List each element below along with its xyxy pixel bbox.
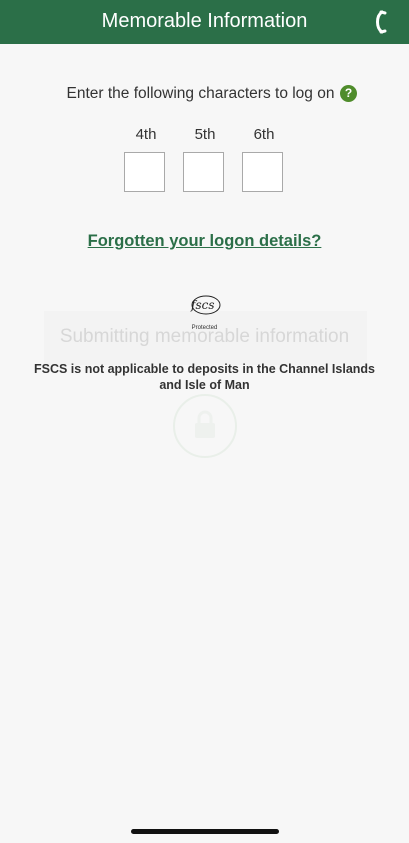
home-indicator [131,829,279,834]
character-input-5th[interactable] [183,152,224,192]
forgotten-logon-link[interactable]: Forgotten your logon details? [0,232,409,251]
phone-icon[interactable] [371,10,387,34]
page-title: Memorable Information [101,10,308,32]
fscs-protected-label: Protected [191,325,218,331]
character-input-6th[interactable] [242,152,283,192]
character-label: 4th [135,126,157,143]
help-icon[interactable]: ? [340,85,357,102]
character-field-4th: 4th [124,126,168,192]
character-input-4th[interactable] [124,152,165,192]
app-header: Memorable Information [0,0,409,44]
character-label: 6th [253,126,275,143]
lock-icon [173,394,237,458]
fscs-logo-text: fscs [190,298,214,312]
instruction-label: Enter the following characters to log on [66,85,335,102]
character-field-6th: 6th [242,126,286,192]
fscs-disclaimer: FSCS is not applicable to deposits in th… [33,362,376,392]
character-field-5th: 5th [183,126,227,192]
character-label: 5th [194,126,216,143]
fscs-logo-icon: fscs [190,295,221,315]
